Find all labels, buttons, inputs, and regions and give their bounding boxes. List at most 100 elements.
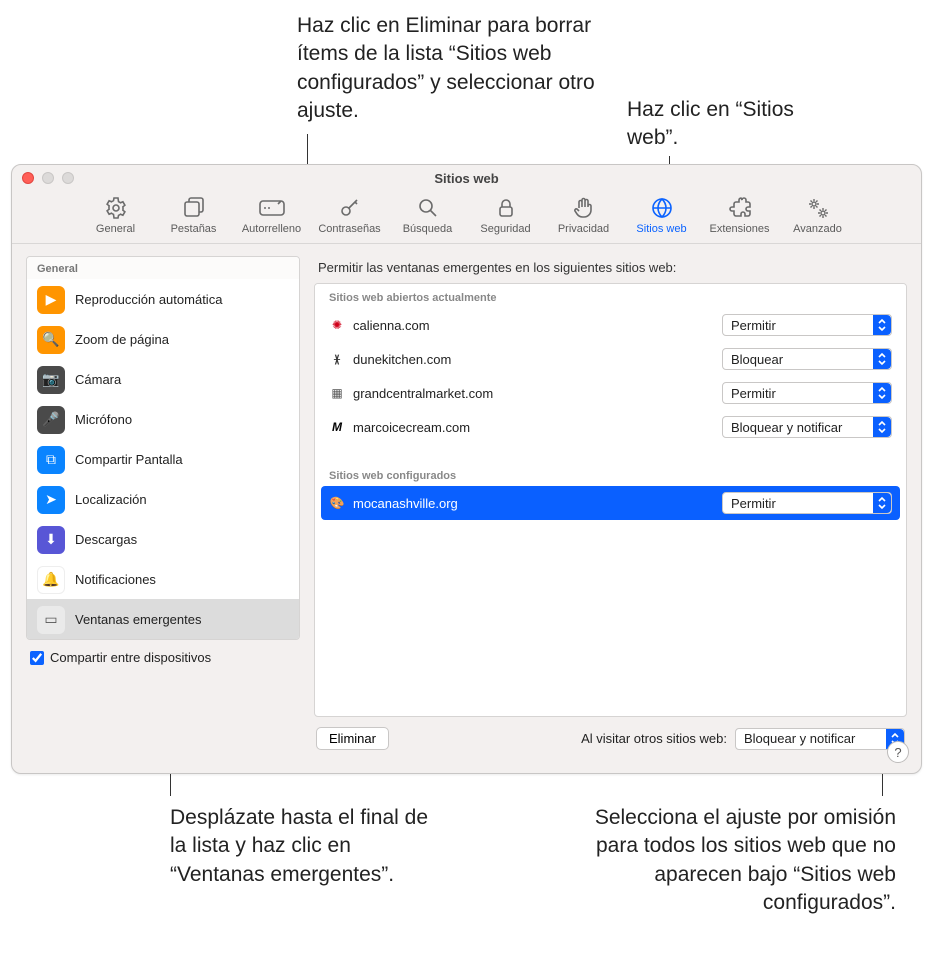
tab-general[interactable]: General — [82, 193, 150, 237]
prefs-toolbar: General Pestañas Autorrelleno Contraseña… — [12, 191, 921, 244]
tab-label: Sitios web — [636, 223, 686, 235]
dropdown-value: Permitir — [731, 318, 776, 333]
autofill-icon — [259, 195, 285, 221]
site-row-selected[interactable]: 🎨 mocanashville.org Permitir — [321, 486, 900, 520]
puzzle-icon — [727, 195, 753, 221]
site-domain: calienna.com — [353, 318, 430, 333]
tab-tabs[interactable]: Pestañas — [160, 193, 228, 237]
gears-icon — [805, 195, 831, 221]
sidebar-item-label: Compartir Pantalla — [75, 452, 183, 467]
sidebar-item-microphone[interactable]: 🎤 Micrófono — [27, 399, 299, 439]
callout-default: Selecciona el ajuste por omisión para to… — [556, 804, 896, 917]
share-between-devices[interactable]: Compartir entre dispositivos — [26, 640, 300, 675]
location-icon: ➤ — [37, 486, 65, 514]
site-row[interactable]: M marcoicecream.com Bloquear y notificar — [315, 410, 906, 444]
site-setting-dropdown[interactable]: Permitir — [722, 492, 892, 514]
key-icon — [337, 195, 363, 221]
tabs-icon — [181, 195, 207, 221]
sidebar-item-autoplay[interactable]: ▶ Reproducción automática — [27, 279, 299, 319]
site-setting-dropdown[interactable]: Bloquear — [722, 348, 892, 370]
dropdown-value: Bloquear y notificar — [744, 731, 855, 746]
default-setting-dropdown[interactable]: Bloquear y notificar — [735, 728, 905, 750]
site-domain: mocanashville.org — [353, 496, 458, 511]
dropdown-value: Permitir — [731, 386, 776, 401]
favicon-icon: 🎨 — [329, 495, 345, 511]
sidebar-item-label: Reproducción automática — [75, 292, 222, 307]
site-setting-dropdown[interactable]: Bloquear y notificar — [722, 416, 892, 438]
tab-autofill[interactable]: Autorrelleno — [238, 193, 306, 237]
tab-extensions[interactable]: Extensiones — [706, 193, 774, 237]
site-row[interactable]: ✺ calienna.com Permitir — [315, 308, 906, 342]
tab-security[interactable]: Seguridad — [472, 193, 540, 237]
site-domain: dunekitchen.com — [353, 352, 451, 367]
dropdown-value: Bloquear — [731, 352, 783, 367]
dropdown-value: Bloquear y notificar — [731, 420, 842, 435]
sidebar-item-label: Zoom de página — [75, 332, 169, 347]
tab-label: Privacidad — [558, 223, 609, 235]
help-button[interactable]: ? — [887, 741, 909, 763]
settings-sidebar: General ▶ Reproducción automática 🔍 Zoom… — [26, 256, 300, 640]
site-domain: grandcentralmarket.com — [353, 386, 493, 401]
gear-icon — [103, 195, 129, 221]
chevron-updown-icon — [873, 315, 891, 335]
others-label: Al visitar otros sitios web: — [581, 731, 727, 746]
screenshare-icon: ⧉ — [37, 446, 65, 474]
tab-label: General — [96, 223, 135, 235]
window-title: Sitios web — [12, 171, 921, 186]
sidebar-item-notifications[interactable]: 🔔 Notificaciones — [27, 559, 299, 599]
site-row[interactable]: ᚕ dunekitchen.com Bloquear — [315, 342, 906, 376]
camera-icon: 📷 — [37, 366, 65, 394]
chevron-updown-icon — [873, 417, 891, 437]
site-setting-dropdown[interactable]: Permitir — [722, 314, 892, 336]
configured-sites-head: Sitios web configurados — [315, 462, 906, 486]
callout-remove: Haz clic en Eliminar para borrar ítems d… — [297, 12, 607, 125]
tab-label: Seguridad — [480, 223, 530, 235]
preferences-window: Sitios web General Pestañas Autorrelleno… — [11, 164, 922, 774]
main-panel: Permitir las ventanas emergentes en los … — [314, 256, 907, 750]
sidebar-item-downloads[interactable]: ⬇ Descargas — [27, 519, 299, 559]
site-domain: marcoicecream.com — [353, 420, 470, 435]
download-icon: ⬇ — [37, 526, 65, 554]
tab-label: Avanzado — [793, 223, 842, 235]
zoom-icon: 🔍 — [37, 326, 65, 354]
microphone-icon: 🎤 — [37, 406, 65, 434]
sidebar-item-label: Localización — [75, 492, 147, 507]
sidebar-section-head: General — [27, 257, 299, 279]
titlebar: Sitios web — [12, 165, 921, 191]
tab-label: Extensiones — [710, 223, 770, 235]
favicon-icon: ✺ — [329, 317, 345, 333]
popup-icon: ▭ — [37, 606, 65, 634]
site-row[interactable]: ▦ grandcentralmarket.com Permitir — [315, 376, 906, 410]
sidebar-item-label: Micrófono — [75, 412, 132, 427]
tab-passwords[interactable]: Contraseñas — [316, 193, 384, 237]
sidebar-item-label: Notificaciones — [75, 572, 156, 587]
favicon-icon: ᚕ — [329, 351, 345, 367]
sidebar-item-zoom[interactable]: 🔍 Zoom de página — [27, 319, 299, 359]
globe-icon — [649, 195, 675, 221]
tab-privacy[interactable]: Privacidad — [550, 193, 618, 237]
tab-label: Pestañas — [171, 223, 217, 235]
tab-advanced[interactable]: Avanzado — [784, 193, 852, 237]
favicon-icon: M — [329, 419, 345, 435]
hand-icon — [571, 195, 597, 221]
search-icon — [415, 195, 441, 221]
chevron-updown-icon — [873, 493, 891, 513]
sidebar-item-popups[interactable]: ▭ Ventanas emergentes — [27, 599, 299, 639]
tab-websites[interactable]: Sitios web — [628, 193, 696, 237]
share-checkbox[interactable] — [30, 651, 44, 665]
main-heading: Permitir las ventanas emergentes en los … — [314, 256, 907, 283]
tab-search[interactable]: Búsqueda — [394, 193, 462, 237]
callout-websites: Haz clic en “Sitios web”. — [627, 96, 827, 153]
sidebar-items[interactable]: ▶ Reproducción automática 🔍 Zoom de pági… — [27, 279, 299, 639]
sidebar-item-screenshare[interactable]: ⧉ Compartir Pantalla — [27, 439, 299, 479]
tab-label: Búsqueda — [403, 223, 453, 235]
sidebar-item-label: Ventanas emergentes — [75, 612, 201, 627]
tab-label: Autorrelleno — [242, 223, 301, 235]
tab-label: Contraseñas — [318, 223, 380, 235]
chevron-updown-icon — [873, 383, 891, 403]
remove-button[interactable]: Eliminar — [316, 727, 389, 750]
sidebar-item-location[interactable]: ➤ Localización — [27, 479, 299, 519]
sidebar-item-camera[interactable]: 📷 Cámara — [27, 359, 299, 399]
site-setting-dropdown[interactable]: Permitir — [722, 382, 892, 404]
dropdown-value: Permitir — [731, 496, 776, 511]
